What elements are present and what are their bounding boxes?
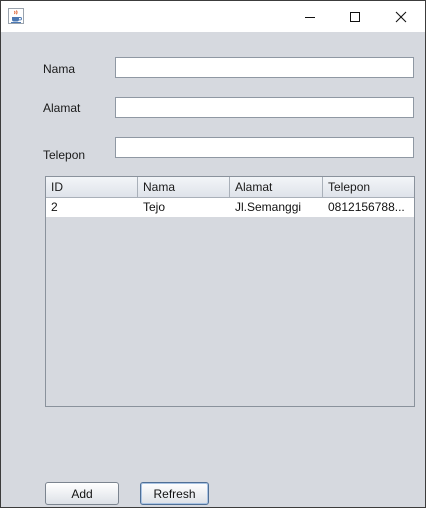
table-body: 2 Tejo Jl.Semanggi 0812156788... (46, 198, 414, 217)
telepon-input[interactable] (115, 137, 414, 158)
title-bar[interactable] (1, 1, 425, 32)
app-window: Nama Alamat Telepon ID Nama Alamat Telep… (0, 0, 426, 508)
minimize-button[interactable] (287, 1, 333, 32)
table-row[interactable]: 2 Tejo Jl.Semanggi 0812156788... (46, 198, 414, 217)
telepon-label: Telepon (43, 148, 86, 162)
column-header-telepon[interactable]: Telepon (323, 177, 414, 197)
column-header-id[interactable]: ID (46, 177, 138, 197)
add-button[interactable]: Add (45, 482, 119, 505)
close-button[interactable] (378, 1, 424, 32)
column-header-nama[interactable]: Nama (138, 177, 230, 197)
maximize-button[interactable] (332, 1, 378, 32)
refresh-button[interactable]: Refresh (140, 482, 209, 505)
cell-telepon[interactable]: 0812156788... (323, 198, 414, 217)
cell-id[interactable]: 2 (46, 198, 138, 217)
minimize-icon (305, 16, 315, 18)
nama-input[interactable] (115, 57, 414, 78)
java-cup-icon (8, 8, 24, 24)
column-header-alamat[interactable]: Alamat (230, 177, 323, 197)
maximize-icon (350, 11, 360, 22)
table-header: ID Nama Alamat Telepon (46, 177, 414, 198)
cell-alamat[interactable]: Jl.Semanggi (230, 198, 323, 217)
close-icon (395, 11, 407, 22)
data-table[interactable]: ID Nama Alamat Telepon 2 Tejo Jl.Semangg… (45, 176, 415, 407)
alamat-input[interactable] (115, 97, 414, 118)
alamat-label: Alamat (43, 101, 81, 115)
nama-label: Nama (43, 62, 76, 76)
cell-nama[interactable]: Tejo (138, 198, 230, 217)
